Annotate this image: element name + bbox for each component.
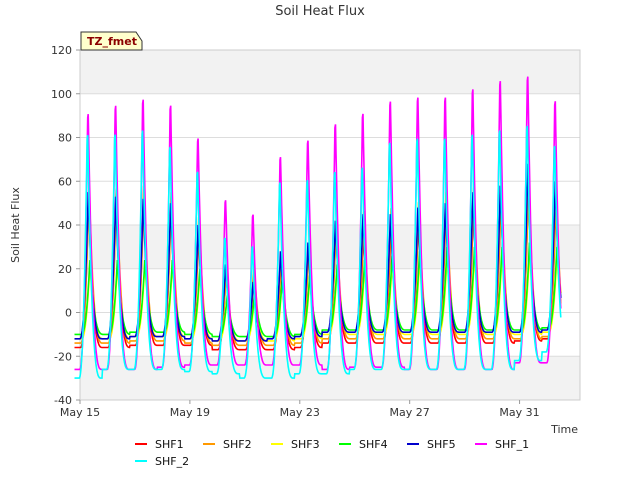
legend-label: SHF4 — [359, 438, 388, 451]
badge-text: TZ_fmet — [87, 35, 137, 48]
series-line-shf-1 — [74, 76, 562, 371]
legend-label: SHF3 — [291, 438, 320, 451]
y-tick-label: -20 — [54, 350, 72, 363]
x-tick-label: May 23 — [280, 406, 320, 419]
x-tick-label: May 31 — [499, 406, 539, 419]
y-tick-label: 100 — [51, 88, 72, 101]
chart-title: Soil Heat Flux — [275, 4, 365, 19]
y-axis-label: Soil Heat Flux — [9, 187, 22, 263]
legend-label: SHF5 — [427, 438, 456, 451]
y-tick-label: 0 — [65, 307, 72, 320]
y-tick-label: 40 — [58, 219, 72, 232]
site-badge: TZ_fmet — [80, 31, 143, 51]
soil-heat-flux-chart: -40-20020406080100120 May 15 May 19 May 23… — [9, 4, 581, 468]
y-tick-label: 60 — [58, 175, 72, 188]
y-tick-label: 20 — [58, 263, 72, 276]
x-axis-label: Time — [550, 423, 578, 436]
legend-label: SHF_1 — [495, 438, 529, 451]
y-tick-labels: -40-20020406080100120 — [51, 44, 80, 407]
legend-label: SHF2 — [223, 438, 252, 451]
y-tick-label: 80 — [58, 132, 72, 145]
x-tick-label: May 27 — [390, 406, 430, 419]
legend-label: SHF1 — [155, 438, 184, 451]
x-tick-label: May 19 — [170, 406, 210, 419]
legend-label: SHF_2 — [155, 455, 189, 468]
x-tick-label: May 15 — [60, 406, 100, 419]
plot-band-upper — [80, 50, 580, 94]
plot-band-lower — [80, 356, 580, 400]
y-tick-label: 120 — [51, 44, 72, 57]
legend: SHF1 SHF2 SHF3 SHF4 SHF5 SHF_1 SHF_2 — [135, 438, 529, 468]
x-tick-labels: May 15 May 19 May 23 May 27 May 31 — [60, 400, 540, 419]
